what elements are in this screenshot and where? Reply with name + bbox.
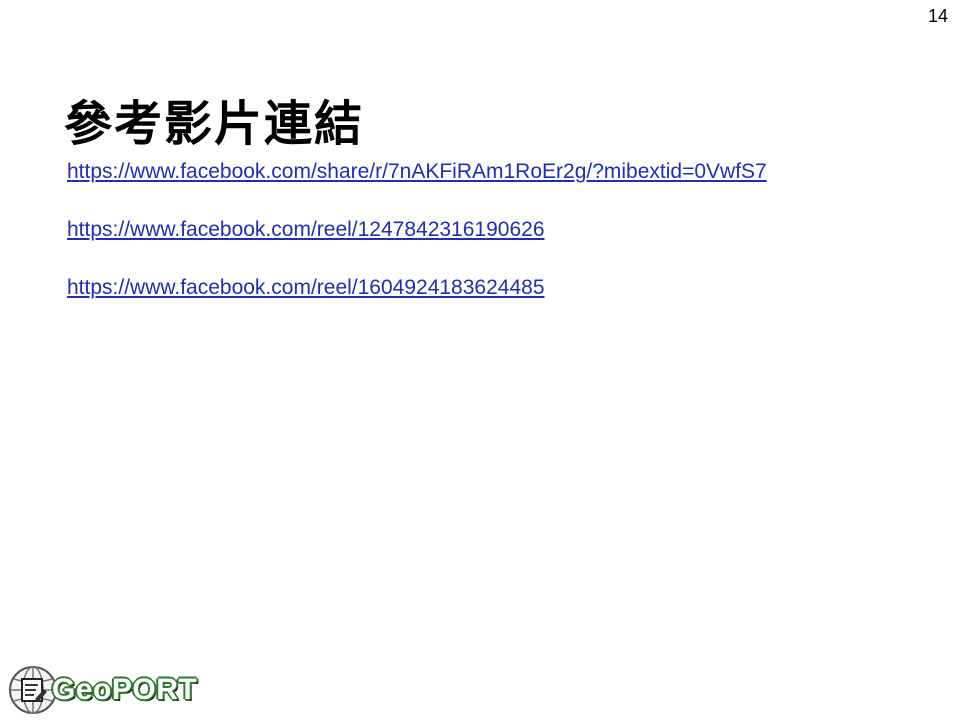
logo-text: GeoPORT: [51, 672, 198, 707]
list-item: https://www.facebook.com/share/r/7nAKFiR…: [67, 160, 767, 218]
geoport-logo: GeoPORT: [8, 664, 197, 716]
globe-icon: [9, 666, 57, 714]
slide-title: 參考影片連結: [64, 96, 365, 152]
video-link-3[interactable]: https://www.facebook.com/reel/1604924183…: [67, 276, 545, 299]
list-item: https://www.facebook.com/reel/1247842316…: [67, 218, 767, 276]
video-link-2[interactable]: https://www.facebook.com/reel/1247842316…: [67, 218, 545, 241]
link-list: https://www.facebook.com/share/r/7nAKFiR…: [67, 160, 767, 334]
page-number: 14: [927, 6, 948, 26]
list-item: https://www.facebook.com/reel/1604924183…: [67, 276, 767, 334]
video-link-1[interactable]: https://www.facebook.com/share/r/7nAKFiR…: [67, 160, 767, 183]
